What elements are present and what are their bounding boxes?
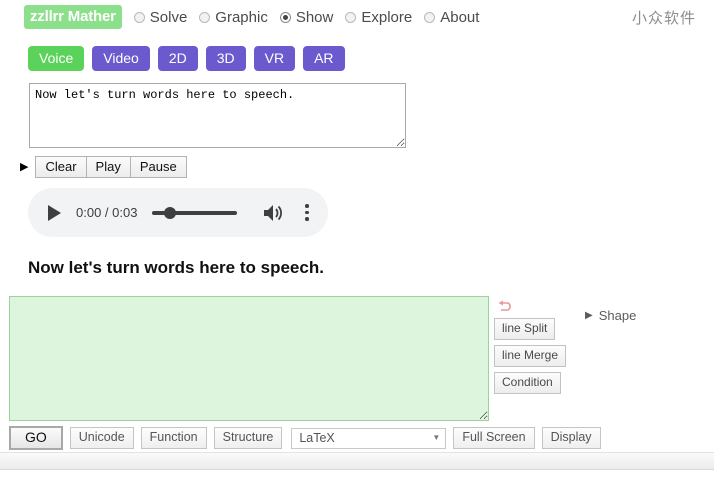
unicode-button[interactable]: Unicode xyxy=(69,427,134,449)
audio-progress-knob[interactable] xyxy=(164,206,177,219)
kebab-dot xyxy=(305,217,309,221)
output-format-value: LaTeX xyxy=(299,431,335,445)
shape-label: Shape xyxy=(598,308,637,323)
audio-player: 0:00 / 0:03 xyxy=(28,188,328,237)
formula-editor-input[interactable] xyxy=(9,296,489,421)
editor-side-tools: line Split line Merge Condition xyxy=(494,300,567,399)
full-screen-button[interactable]: Full Screen xyxy=(453,427,535,449)
radio-dot-solve[interactable] xyxy=(133,11,145,23)
radio-dot-show[interactable] xyxy=(279,11,291,23)
radio-label-explore: Explore xyxy=(361,8,413,26)
radio-label-graphic: Graphic xyxy=(215,8,268,26)
site-brand-chinese: 小众软件 xyxy=(631,10,696,27)
mode-button-video[interactable]: Video xyxy=(92,46,150,71)
kebab-menu-icon[interactable] xyxy=(305,204,309,221)
mode-button-2d[interactable]: 2D xyxy=(157,46,198,71)
audio-progress-slider[interactable] xyxy=(152,206,238,220)
speech-heading: Now let's turn words here to speech. xyxy=(28,258,324,277)
line-merge-button[interactable]: line Merge xyxy=(494,345,567,367)
top-nav-bar: zzllrr Mather Solve Graphic Show Explore… xyxy=(0,0,714,34)
radio-item-graphic[interactable]: Graphic xyxy=(199,9,268,26)
line-split-button[interactable]: line Split xyxy=(494,318,556,340)
radio-item-show[interactable]: Show xyxy=(279,8,334,26)
go-button[interactable]: GO xyxy=(9,426,63,450)
condition-button[interactable]: Condition xyxy=(494,372,561,394)
play-button[interactable]: Play xyxy=(85,156,131,178)
footer-strip xyxy=(0,452,714,470)
display-button[interactable]: Display xyxy=(541,427,601,449)
mode-button-ar[interactable]: AR xyxy=(303,46,345,71)
mode-button-vr[interactable]: VR xyxy=(253,46,296,71)
volume-icon[interactable] xyxy=(263,204,285,222)
radio-label-show: Show xyxy=(295,8,334,26)
expand-caret-icon[interactable]: ▶ xyxy=(20,161,28,173)
speech-text-input[interactable] xyxy=(29,83,406,148)
radio-dot-explore[interactable] xyxy=(345,11,357,23)
radio-item-solve[interactable]: Solve xyxy=(133,8,188,26)
mode-button-bar: Voice Video 2D 3D VR AR xyxy=(28,46,345,71)
output-format-select[interactable]: LaTeX ▼ xyxy=(291,427,447,449)
radio-label-about: About xyxy=(440,8,480,26)
radio-dot-graphic[interactable] xyxy=(199,11,211,23)
play-icon[interactable] xyxy=(46,204,62,222)
shape-disclosure-toggle[interactable]: ▶ Shape xyxy=(585,308,636,323)
radio-item-about[interactable]: About xyxy=(424,9,479,26)
bottom-toolbar: GO Unicode Function Structure LaTeX ▼ Fu… xyxy=(0,425,714,451)
kebab-dot xyxy=(305,210,309,215)
audio-time-display: 0:00 / 0:03 xyxy=(76,205,138,220)
chevron-down-icon: ▼ xyxy=(432,433,441,442)
undo-icon[interactable] xyxy=(497,300,514,313)
pause-button[interactable]: Pause xyxy=(129,156,187,178)
radio-item-explore[interactable]: Explore xyxy=(345,9,412,26)
function-button[interactable]: Function xyxy=(140,427,207,449)
chevron-right-icon: ▶ xyxy=(585,309,593,321)
speech-controls: ▶ Clear Play Pause xyxy=(20,156,187,178)
structure-button[interactable]: Structure xyxy=(213,427,283,449)
radio-dot-about[interactable] xyxy=(424,11,436,23)
mode-button-voice[interactable]: Voice xyxy=(28,46,85,71)
radio-label-solve: Solve xyxy=(149,8,188,26)
mode-button-3d[interactable]: 3D xyxy=(205,46,246,71)
kebab-dot xyxy=(305,204,309,208)
app-logo[interactable]: zzllrr Mather xyxy=(24,5,122,29)
clear-button[interactable]: Clear xyxy=(35,156,87,178)
